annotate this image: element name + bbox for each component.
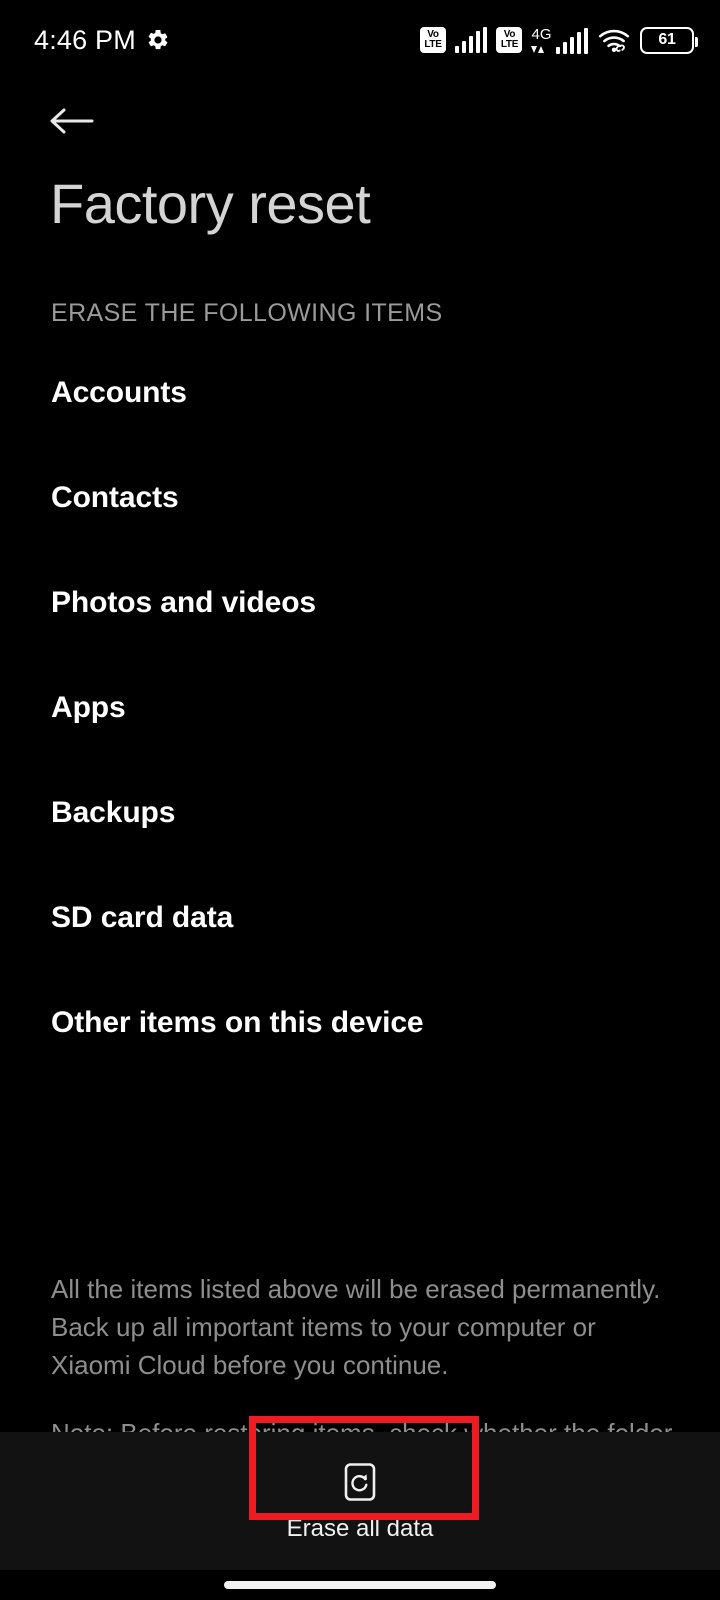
back-arrow-icon — [49, 104, 95, 143]
footer-paragraph: All the items listed above will be erase… — [51, 1274, 661, 1380]
footer-notes: All the items listed above will be erase… — [51, 1270, 677, 1452]
data-transfer-arrows-icon — [531, 43, 545, 53]
wifi-icon — [597, 27, 631, 53]
section-header-label: ERASE THE FOLLOWING ITEMS — [51, 299, 443, 327]
list-item: Photos and videos — [0, 588, 720, 693]
list-item: SD card data — [0, 903, 720, 1008]
back-button[interactable] — [36, 92, 108, 154]
list-item-label: Backups — [51, 796, 176, 829]
list-item-label: Photos and videos — [51, 586, 317, 619]
list-item-label: Other items on this device — [51, 1006, 424, 1039]
volte-sim2-icon: Vo LTE — [496, 27, 523, 53]
list-item: Apps — [0, 693, 720, 798]
status-bar-right: Vo LTE Vo LTE 4G 61 — [419, 26, 698, 54]
list-item: Accounts — [0, 378, 720, 483]
volte-sim2-line2: LTE — [500, 39, 519, 50]
battery-level-label: 61 — [658, 31, 676, 48]
home-indicator[interactable] — [224, 1581, 496, 1589]
status-bar: 4:46 PM Vo LTE Vo LTE 4G 61 — [0, 0, 720, 80]
network-type-label: 4G — [531, 25, 552, 43]
battery-icon: 61 — [640, 26, 698, 54]
signal-bars-sim2-icon — [555, 27, 588, 54]
volte-sim1-icon: Vo LTE — [419, 27, 446, 53]
erase-items-list: Accounts Contacts Photos and videos Apps… — [0, 378, 720, 1113]
list-item-label: SD card data — [51, 901, 234, 934]
erase-all-data-label: Erase all data — [286, 1514, 434, 1542]
list-item-label: Accounts — [51, 376, 187, 409]
list-item: Backups — [0, 798, 720, 903]
bottom-action-bar: Erase all data — [0, 1432, 720, 1570]
volte-sim1-line2: LTE — [424, 39, 442, 50]
gesture-navigation-bar — [0, 1570, 720, 1600]
signal-bars-sim1-icon — [454, 27, 488, 53]
status-bar-clock: 4:46 PM — [34, 24, 136, 55]
list-item-label: Contacts — [51, 481, 179, 514]
gear-icon — [146, 28, 170, 52]
page-title: Factory reset — [50, 172, 371, 235]
factory-reset-icon — [342, 1462, 378, 1507]
mobile-data-indicator: 4G — [531, 27, 588, 54]
status-bar-left: 4:46 PM — [34, 25, 170, 56]
list-item-label: Apps — [51, 691, 126, 724]
list-item: Other items on this device — [0, 1008, 720, 1113]
list-item: Contacts — [0, 483, 720, 588]
erase-all-data-button[interactable]: Erase all data — [253, 1458, 467, 1544]
